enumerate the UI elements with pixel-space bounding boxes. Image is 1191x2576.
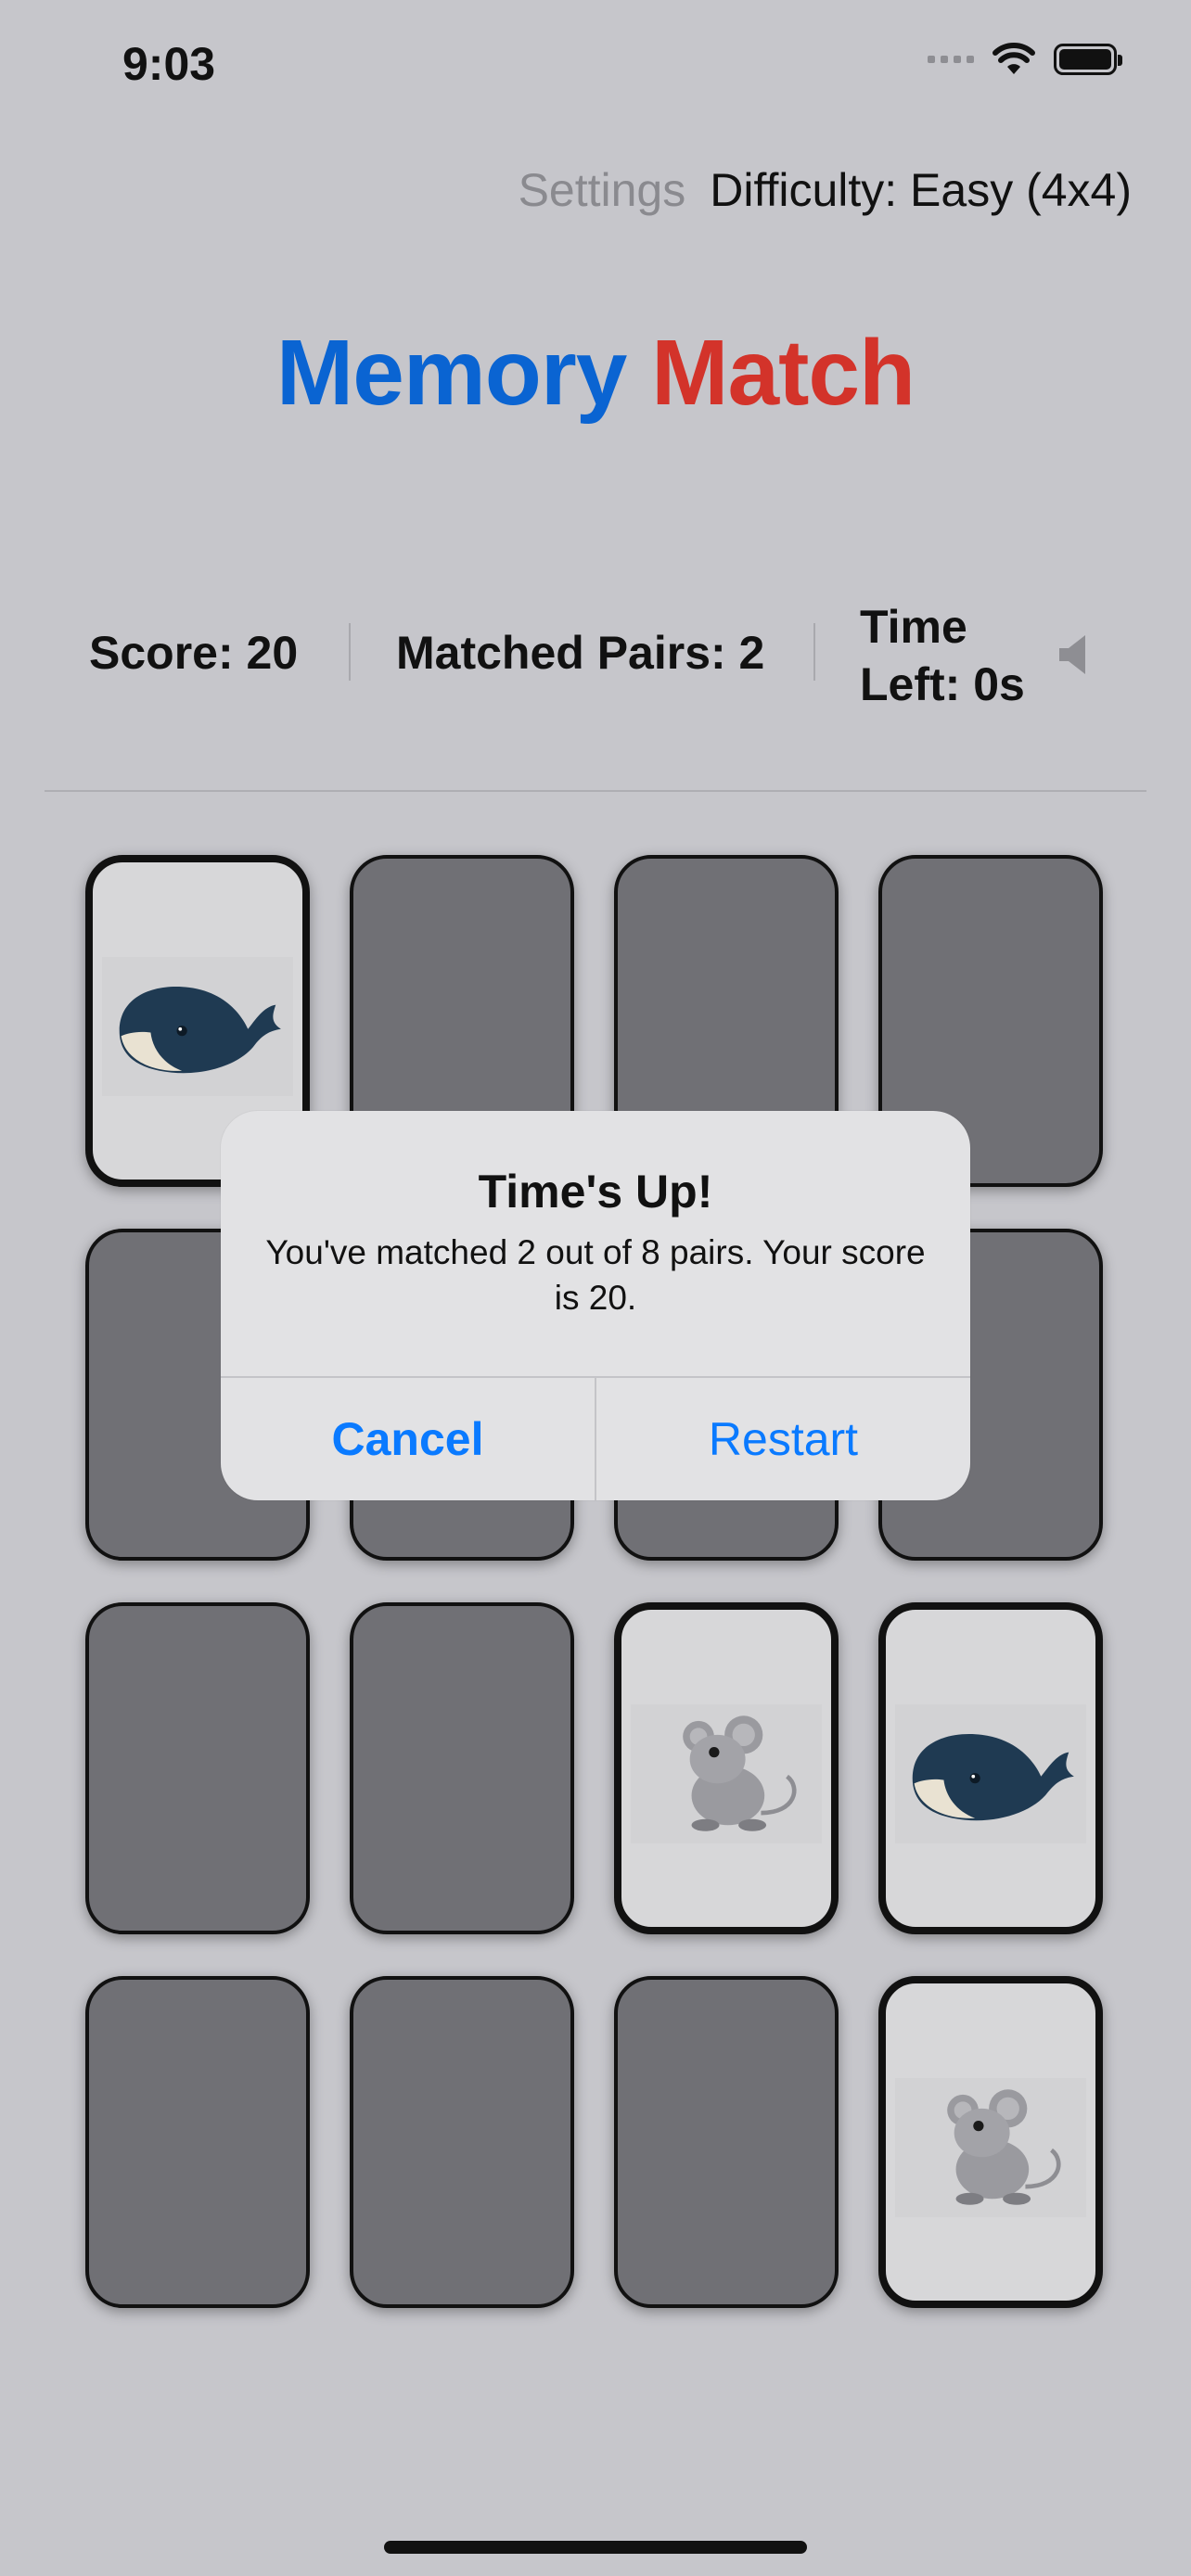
title-word-match: Match: [651, 321, 916, 425]
mouse-image: [895, 2078, 1086, 2217]
memory-card-mouse[interactable]: [614, 1602, 839, 1934]
cellular-signal-icon: [928, 56, 974, 63]
whale-image: [102, 957, 293, 1096]
cancel-button[interactable]: Cancel: [221, 1378, 595, 1500]
matched-pairs-label: Matched Pairs: 2: [396, 627, 765, 679]
stats-divider: [813, 623, 815, 681]
memory-card-mouse[interactable]: [878, 1976, 1103, 2308]
stats-bar: Score: 20 Matched Pairs: 2 Time Left: 0s: [0, 598, 1191, 719]
alert-message: You've matched 2 out of 8 pairs. Your sc…: [265, 1233, 926, 1317]
title-word-memory: Memory: [275, 321, 627, 425]
top-bar: Settings Difficulty: Easy (4x4): [519, 163, 1132, 217]
memory-card-facedown[interactable]: [85, 1602, 310, 1934]
memory-card-facedown[interactable]: [85, 1976, 310, 2308]
times-up-alert: Time's Up! You've matched 2 out of 8 pai…: [221, 1111, 970, 1500]
status-time: 9:03: [122, 38, 216, 90]
time-left-label: Time Left: 0s: [860, 601, 1025, 710]
page-title: Memory Match: [0, 320, 1191, 427]
memory-card-whale[interactable]: [878, 1602, 1103, 1934]
restart-button[interactable]: Restart: [596, 1378, 970, 1500]
difficulty-button[interactable]: Difficulty: Easy (4x4): [710, 163, 1132, 217]
memory-card-facedown[interactable]: [350, 1602, 574, 1934]
wifi-icon: [992, 43, 1035, 74]
stats-divider: [349, 623, 351, 681]
mouse-icon: [947, 2089, 1061, 2205]
whale-icon: [912, 1733, 1074, 1821]
status-icons: [928, 43, 1122, 76]
whale-icon: [119, 986, 281, 1074]
battery-icon: [1054, 44, 1122, 75]
memory-card-facedown[interactable]: [614, 1976, 839, 2308]
alert-title: Time's Up!: [478, 1166, 713, 1218]
speaker-icon[interactable]: [1057, 633, 1091, 676]
settings-button[interactable]: Settings: [519, 163, 686, 217]
header-divider: [45, 790, 1146, 792]
mouse-image: [631, 1704, 822, 1843]
memory-card-facedown[interactable]: [350, 1976, 574, 2308]
whale-image: [895, 1704, 1086, 1843]
mouse-icon: [683, 1715, 797, 1831]
home-indicator: [384, 2541, 807, 2554]
score-label: Score: 20: [89, 627, 299, 679]
